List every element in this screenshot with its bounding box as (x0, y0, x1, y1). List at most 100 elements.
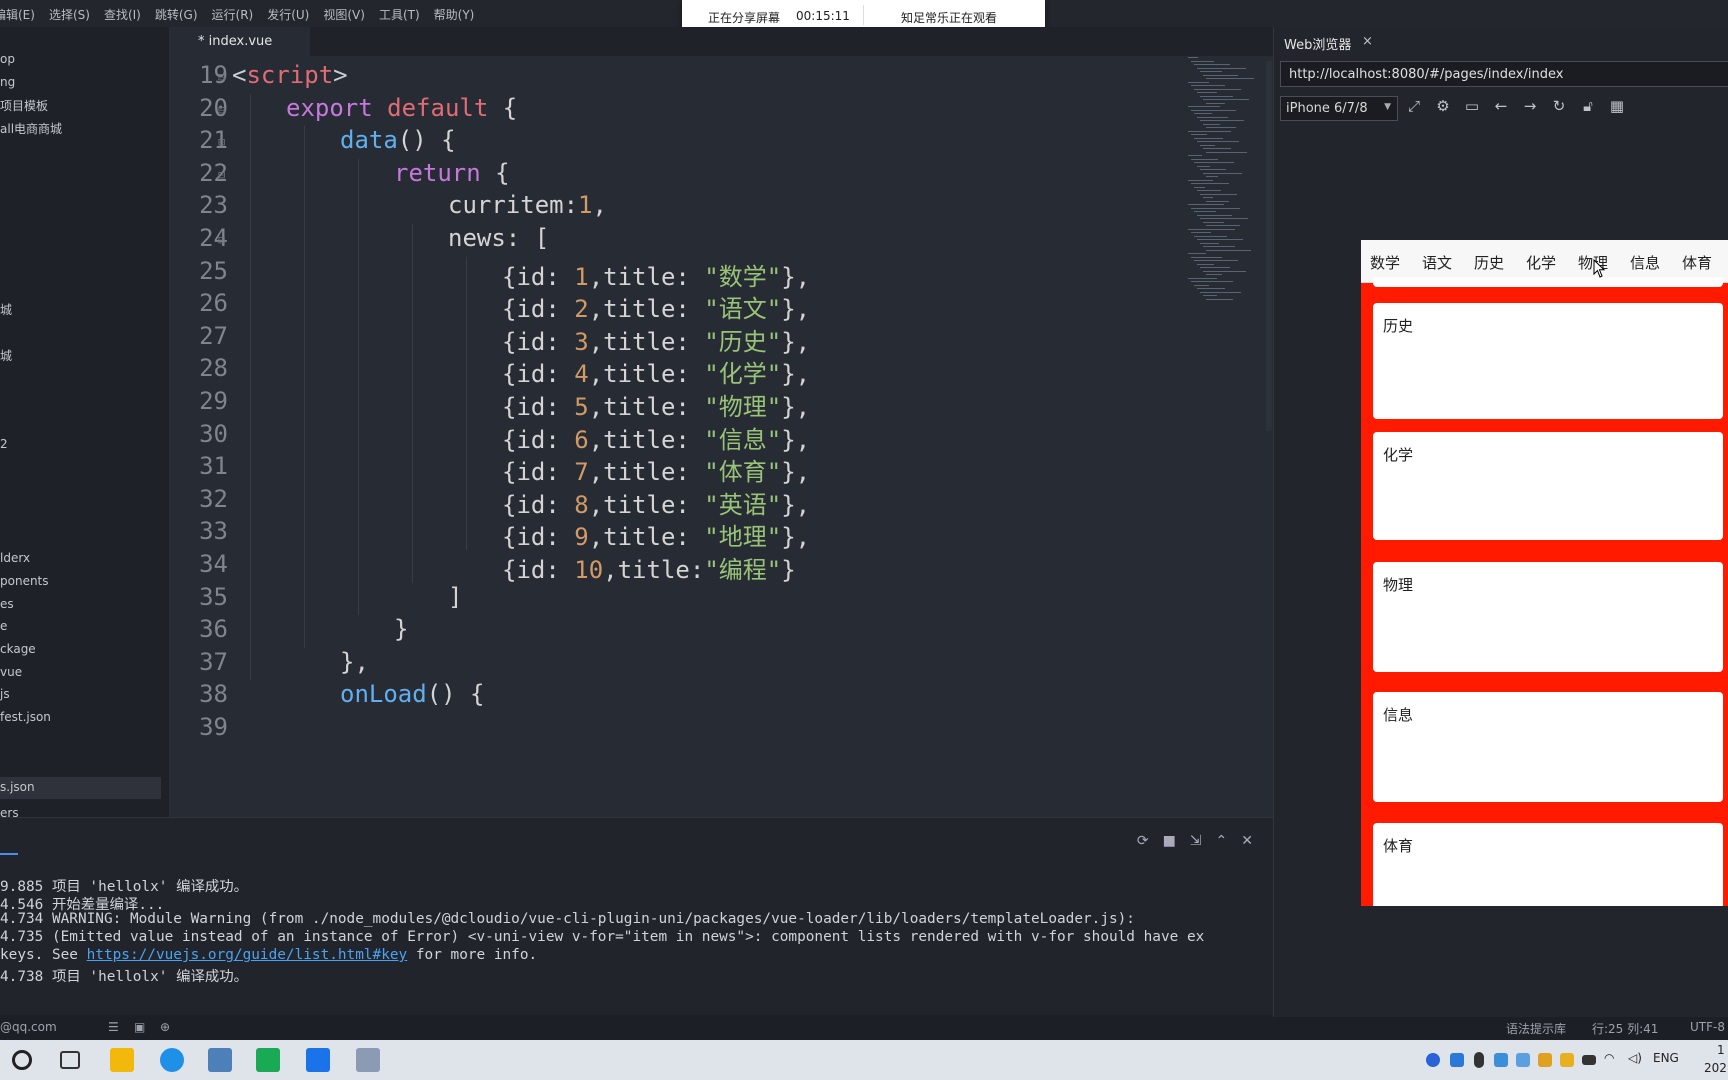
code-line[interactable]: 37}, (170, 648, 1270, 684)
fold-icon[interactable]: ⊟ (218, 103, 225, 117)
code-editor[interactable]: * index.vue 19 ⊟ <script> 20 ⊟ export default… (170, 27, 1273, 817)
sidebar-item[interactable]: 项目模板 (0, 97, 48, 114)
code-line[interactable]: 22 ⊟ return { (170, 159, 1270, 195)
fold-icon[interactable]: ⊟ (218, 135, 225, 149)
close-icon[interactable]: ✕ (1241, 833, 1253, 849)
globe-icon[interactable]: ⊕ (160, 1020, 170, 1034)
code-line[interactable]: 36} (170, 615, 1270, 651)
docs-link[interactable]: https://vuejs.org/guide/list.html#key (87, 947, 408, 963)
code-line[interactable]: 32 {id: 8,title: "英语"}, (170, 485, 1270, 521)
terminal-icon[interactable]: ▣ (134, 1020, 145, 1034)
meeting-icon[interactable] (306, 1048, 330, 1072)
tray-meeting-icon[interactable] (1450, 1053, 1464, 1067)
code-line[interactable]: 34 {id: 10,title:"编程"} (170, 550, 1270, 586)
sidebar-item[interactable]: vue (0, 665, 22, 679)
code-line[interactable]: 21 ⊟ data() { (170, 126, 1270, 162)
run-icon[interactable]: ⟳ (1137, 833, 1149, 849)
menu-goto[interactable]: 跳转(G) (155, 6, 198, 23)
tray-notify-icon[interactable] (1538, 1053, 1552, 1067)
wifi-icon[interactable]: ◠ (1604, 1051, 1614, 1065)
refresh-icon[interactable]: ↻ (1549, 97, 1569, 115)
tray-cube-icon[interactable] (1494, 1053, 1508, 1067)
code-line[interactable]: 35] (170, 583, 1270, 619)
file-explorer-icon[interactable] (110, 1048, 134, 1072)
menu-select[interactable]: 选择(S) (49, 6, 90, 23)
news-card[interactable]: 信息 (1373, 692, 1723, 802)
code-line[interactable]: 27 {id: 3,title: "历史"}, (170, 322, 1270, 358)
code-line[interactable]: 25 {id: 1,title: "数学"}, (170, 257, 1270, 293)
menu-tools[interactable]: 工具(T) (379, 6, 420, 23)
list-icon[interactable]: ☰ (108, 1020, 119, 1034)
code-line[interactable]: 33 {id: 9,title: "地理"}, (170, 517, 1270, 553)
export-icon[interactable]: ⇲ (1190, 833, 1202, 849)
news-card[interactable]: 体育 (1373, 823, 1723, 906)
fold-icon[interactable]: ⊟ (218, 70, 225, 84)
clock-date[interactable]: 202 (1704, 1061, 1727, 1075)
code-line[interactable]: 31 {id: 7,title: "体育"}, (170, 452, 1270, 488)
sidebar-item[interactable]: fest.json (0, 710, 51, 724)
sidebar-item[interactable]: all电商商城 (0, 120, 62, 137)
account-email[interactable]: @qq.com (0, 1020, 57, 1034)
minimap[interactable] (1188, 57, 1258, 317)
hbuilderx-icon[interactable] (256, 1048, 280, 1072)
share-viewer[interactable]: 知足常乐正在观看 (901, 9, 997, 26)
menu-edit[interactable]: 编辑(E) (0, 6, 35, 23)
close-icon[interactable]: × (1362, 34, 1373, 49)
qrcode-icon[interactable]: ▦ (1607, 97, 1627, 115)
battery-icon[interactable] (1582, 1055, 1596, 1065)
sidebar-item[interactable]: es (0, 597, 14, 611)
menu-publish[interactable]: 发行(U) (267, 6, 309, 23)
sidebar-item[interactable]: ckage (0, 642, 36, 656)
tab-info[interactable]: 信息 (1621, 240, 1673, 282)
tab-chinese[interactable]: 语文 (1413, 240, 1465, 282)
cursor-position[interactable]: 行:25 列:41 (1592, 1020, 1658, 1037)
tray-app-icon[interactable] (1426, 1053, 1440, 1067)
code-line[interactable]: 26 {id: 2,title: "语文"}, (170, 289, 1270, 325)
code-line[interactable]: 38 onLoad() { (170, 680, 1270, 716)
code-line[interactable]: 28 {id: 4,title: "化学"}, (170, 354, 1270, 390)
chevron-up-icon[interactable]: ⌃ (1216, 833, 1228, 849)
code-line[interactable]: 19 ⊟ <script> (170, 61, 1270, 97)
code-line[interactable]: 24 ⊟ news: [ (170, 224, 1270, 260)
editor-scrollbar[interactable] (1266, 61, 1272, 431)
tab-pe[interactable]: 体育 (1673, 240, 1725, 282)
rotate-icon[interactable]: ⤢ (1404, 97, 1424, 115)
gear-icon[interactable]: ⚙ (1433, 97, 1453, 115)
remote-desktop-icon[interactable] (208, 1048, 232, 1072)
sidebar-item[interactable]: ng (0, 75, 15, 89)
encoding[interactable]: UTF-8 (1690, 1020, 1725, 1034)
tray-sync-icon[interactable] (1516, 1053, 1530, 1067)
news-card[interactable]: 历史 (1373, 303, 1723, 419)
sidebar-item[interactable]: lderx (0, 551, 30, 565)
avatar-app-icon[interactable] (356, 1048, 380, 1072)
sidebar-item[interactable]: ponents (0, 574, 49, 588)
tab-history[interactable]: 历史 (1465, 240, 1517, 282)
device-select[interactable]: iPhone 6/7/8 ▼ (1280, 96, 1398, 121)
back-icon[interactable]: ← (1491, 97, 1511, 115)
sidebar-item[interactable]: 2 (0, 437, 8, 451)
sidebar-item[interactable]: js (0, 687, 10, 701)
tab-math[interactable]: 数学 (1361, 240, 1413, 282)
code-area[interactable]: 19 ⊟ <script> 20 ⊟ export default {21 ⊟ data() … (170, 61, 1270, 811)
clock-time[interactable]: 1 (1717, 1043, 1725, 1057)
forward-icon[interactable]: → (1520, 97, 1540, 115)
code-line[interactable]: 23 curritem:1, (170, 191, 1270, 227)
language-indicator[interactable]: ENG (1653, 1051, 1679, 1065)
code-line[interactable]: 30 {id: 6,title: "信息"}, (170, 420, 1270, 456)
menu-find[interactable]: 查找(I) (104, 6, 141, 23)
menu-run[interactable]: 运行(R) (212, 6, 254, 23)
sidebar-item[interactable]: op (0, 52, 15, 66)
news-card[interactable]: 物理 (1373, 562, 1723, 672)
fold-icon[interactable]: ⊟ (218, 233, 225, 247)
code-line[interactable]: 39 (170, 713, 1270, 749)
console-icon[interactable]: ▭ (1462, 97, 1482, 115)
edge-icon[interactable] (160, 1048, 184, 1072)
browser-title[interactable]: Web浏览器 (1284, 34, 1351, 53)
sidebar-item[interactable]: e (0, 619, 7, 633)
menu-help[interactable]: 帮助(Y) (434, 6, 475, 23)
search-icon[interactable] (12, 1050, 32, 1070)
microphone-icon[interactable] (1474, 1052, 1484, 1068)
news-card[interactable]: 化学 (1373, 432, 1723, 540)
code-line[interactable]: 29 {id: 5,title: "物理"}, (170, 387, 1270, 423)
task-view-icon[interactable] (60, 1051, 80, 1069)
